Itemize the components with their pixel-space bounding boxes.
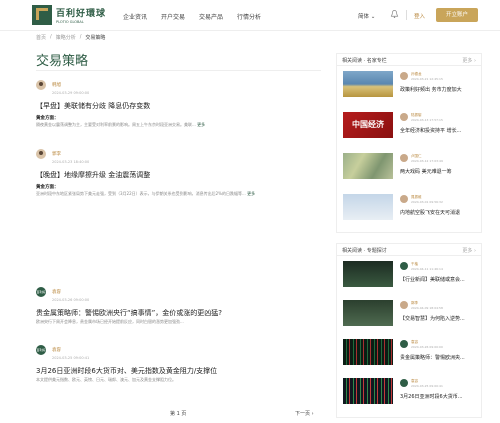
list-item[interactable]: 中国经济 陆振鋆 2024-03-13 17:57:15 全年经济和投资持平 增… xyxy=(343,112,477,138)
bell-icon[interactable] xyxy=(390,9,399,19)
author-avatar xyxy=(400,340,408,348)
item-time: 2024-04-11 11:46:14 xyxy=(411,267,443,271)
author-avatar xyxy=(400,113,408,121)
panel-title: 相关阅读 · 名家专栏 xyxy=(342,58,387,64)
site-header: 百利好環球 PLOTIO GLOBAL 企业资讯 开户交易 交易产品 行情分析 … xyxy=(0,0,500,31)
page-title: 交易策略 xyxy=(36,54,89,69)
topic-panel: 相关阅读 · 专题探讨 更多 › 千柚 2024-04-11 11:46:14 【… xyxy=(336,243,482,418)
login-link[interactable]: 登入 xyxy=(414,12,425,20)
article-title[interactable]: 3月26日亚洲时段6大货币对、美元指数及黄金阻力/支撑位 xyxy=(36,366,322,376)
panel-more-link[interactable]: 更多 › xyxy=(462,57,476,64)
article-item[interactable]: 韩旭 2024-03-29 09:00:00 【早盘】美联储有分歧 降息仍存变数… xyxy=(36,80,322,128)
nav-products[interactable]: 交易产品 xyxy=(199,12,223,21)
nav-open-trade[interactable]: 开户交易 xyxy=(161,12,185,21)
item-title[interactable]: 政策利好频出 务市力度加大 xyxy=(400,86,478,93)
list-item[interactable]: 袁容 2024-03-26 09:00:00 贵金属策略师：警惕欧洲央... xyxy=(343,339,477,365)
breadcrumb-home[interactable]: 首页 xyxy=(36,34,46,41)
more-link[interactable]: 更多 xyxy=(247,191,255,196)
logo-name: 百利好環球 xyxy=(56,9,107,19)
panel-more-link[interactable]: 更多 › xyxy=(462,247,476,254)
author-avatar xyxy=(36,80,46,90)
article-summary: 亚洲时段中东地区紧张局势下美元走强，受到（3月22日）表示，与伊朗关系也受到影响… xyxy=(36,191,256,196)
article-label: 黄金方面： xyxy=(36,116,59,121)
thumbnail-image: 中国经济 xyxy=(343,112,393,138)
thumbnail-image xyxy=(343,71,393,97)
list-item[interactable]: 千柚 2024-04-11 11:46:14 【行业新闻】美联储或意会... xyxy=(343,261,477,287)
article-item[interactable]: 郭李 2024-03-23 18:40:00 【晚盘】地缘摩擦升级 金油震荡调整… xyxy=(36,149,322,197)
item-time: 2024-04-09 18:04:58 xyxy=(411,306,443,310)
thumbnail-image xyxy=(343,153,393,179)
article-summary: 欧洲央行下周开会降息，贵金属市场已经开始提前反应，同时白银的涨势更加强劲... xyxy=(36,319,184,324)
article-time: 2024-03-26 09:00:00 xyxy=(52,298,90,302)
thumbnail-image xyxy=(343,378,393,404)
item-title[interactable]: 两大戏码 美元难退一筹 xyxy=(400,168,478,175)
author-avatar xyxy=(36,149,46,159)
article-item[interactable]: 百利好 袁容 2024-03-25 09:00:41 3月26日亚洲时段6大货币对… xyxy=(36,345,322,383)
article-time: 2024-03-29 09:00:00 xyxy=(52,91,90,95)
author-name[interactable]: 韩旭 xyxy=(52,82,61,88)
item-title[interactable]: 全年经济和投资持平 增长... xyxy=(400,127,478,134)
item-title[interactable]: 【行业新闻】美联储或意会... xyxy=(400,276,478,283)
divider xyxy=(406,10,407,20)
main-nav: 企业资讯 开户交易 交易产品 行情分析 xyxy=(123,12,261,21)
article-time: 2024-03-23 18:40:00 xyxy=(52,160,90,164)
breadcrumb: 首页 / 策略分析 / 交易策略 xyxy=(36,34,106,41)
article-title[interactable]: 【晚盘】地缘摩擦升级 金油震荡调整 xyxy=(36,170,322,180)
next-page-link[interactable]: 下一页 › xyxy=(295,410,314,417)
author-name[interactable]: 袁容 xyxy=(52,289,61,295)
item-time: 2024-03-21 12:45:15 xyxy=(411,77,443,81)
author-avatar xyxy=(400,262,408,270)
logo[interactable]: 百利好環球 PLOTIO GLOBAL xyxy=(32,5,106,25)
breadcrumb-analysis[interactable]: 策略分析 xyxy=(56,34,76,41)
divider xyxy=(36,70,321,71)
logo-subtitle: PLOTIO GLOBAL xyxy=(56,20,84,24)
author-avatar xyxy=(400,379,408,387)
item-time: 2024-03-26 09:00:00 xyxy=(411,345,443,349)
item-time: 2024-03-13 17:57:15 xyxy=(411,118,443,122)
thumbnail-image xyxy=(343,194,393,220)
more-link[interactable]: 更多 xyxy=(197,122,205,127)
nav-company-news[interactable]: 企业资讯 xyxy=(123,12,147,21)
article-summary: 本文提供美元指数、欧元、英镑、日元、瑞郎、澳元、加元及黄金支撑阻力位。 xyxy=(36,377,176,382)
article-title[interactable]: 贵金属策略师：警惕欧洲央行“搞事情”，金价或涨的更凶猛? xyxy=(36,308,322,318)
article-time: 2024-03-25 09:00:41 xyxy=(52,356,90,360)
item-time: 2024-03-01 09:56:32 xyxy=(411,200,443,204)
item-time: 2024-03-25 09:00:41 xyxy=(411,384,443,388)
page-indicator: 第 1 页 xyxy=(170,411,187,417)
list-item[interactable]: 袁容 2024-03-25 09:00:41 3月26日亚洲时段6大货币... xyxy=(343,378,477,404)
item-title[interactable]: 【交易智慧】为何陷入逆势... xyxy=(400,315,478,322)
item-title[interactable]: 贵金属策略师：警惕欧洲央... xyxy=(400,354,478,361)
article-item[interactable]: 百利好 袁容 2024-03-26 09:00:00 贵金属策略师：警惕欧洲央行“… xyxy=(36,287,322,325)
thumbnail-image xyxy=(343,261,393,287)
item-title[interactable]: 3月26日亚洲时段6大货币... xyxy=(400,393,478,400)
item-time: 2024-03-12 17:03:49 xyxy=(411,159,443,163)
thumbnail-image xyxy=(343,339,393,365)
author-avatar: 百利好 xyxy=(36,345,46,355)
author-name[interactable]: 袁容 xyxy=(52,347,61,353)
panel-title: 相关阅读 · 专题探讨 xyxy=(342,248,387,254)
author-avatar xyxy=(400,301,408,309)
article-summary: 隔夜黄金以震荡调整为主，主要受对利率前景的影响。周五上午东京时段亚洲交易。美联.… xyxy=(36,122,206,127)
author-avatar xyxy=(400,195,408,203)
open-account-button[interactable]: 开立账户 xyxy=(436,8,478,22)
author-avatar: 百利好 xyxy=(36,287,46,297)
author-name[interactable]: 郭李 xyxy=(52,151,61,157)
columnist-panel: 相关阅读 · 名家专栏 更多 › 孙德龙 2024-03-21 12:45:15 … xyxy=(336,53,482,233)
author-avatar xyxy=(400,154,408,162)
article-label: 黄金方面： xyxy=(36,185,59,190)
list-item[interactable]: 郭李 2024-04-09 18:04:58 【交易智慧】为何陷入逆势... xyxy=(343,300,477,326)
breadcrumb-current: 交易策略 xyxy=(85,35,106,41)
logo-mark-icon xyxy=(32,5,52,25)
language-select[interactable]: 简体 ⌄ xyxy=(358,12,375,20)
list-item[interactable]: 孙德龙 2024-03-21 12:45:15 政策利好频出 务市力度加大 xyxy=(343,71,477,97)
list-item[interactable]: 晁振维 2024-03-01 09:56:32 内地航空股飞安在天可消退 xyxy=(343,194,477,220)
thumbnail-image xyxy=(343,300,393,326)
list-item[interactable]: 卢国仁 2024-03-12 17:03:49 两大戏码 美元难退一筹 xyxy=(343,153,477,179)
item-title[interactable]: 内地航空股飞安在天可消退 xyxy=(400,209,478,216)
article-title[interactable]: 【早盘】美联储有分歧 降息仍存变数 xyxy=(36,101,322,111)
author-avatar xyxy=(400,72,408,80)
nav-market-analysis[interactable]: 行情分析 xyxy=(237,12,261,21)
